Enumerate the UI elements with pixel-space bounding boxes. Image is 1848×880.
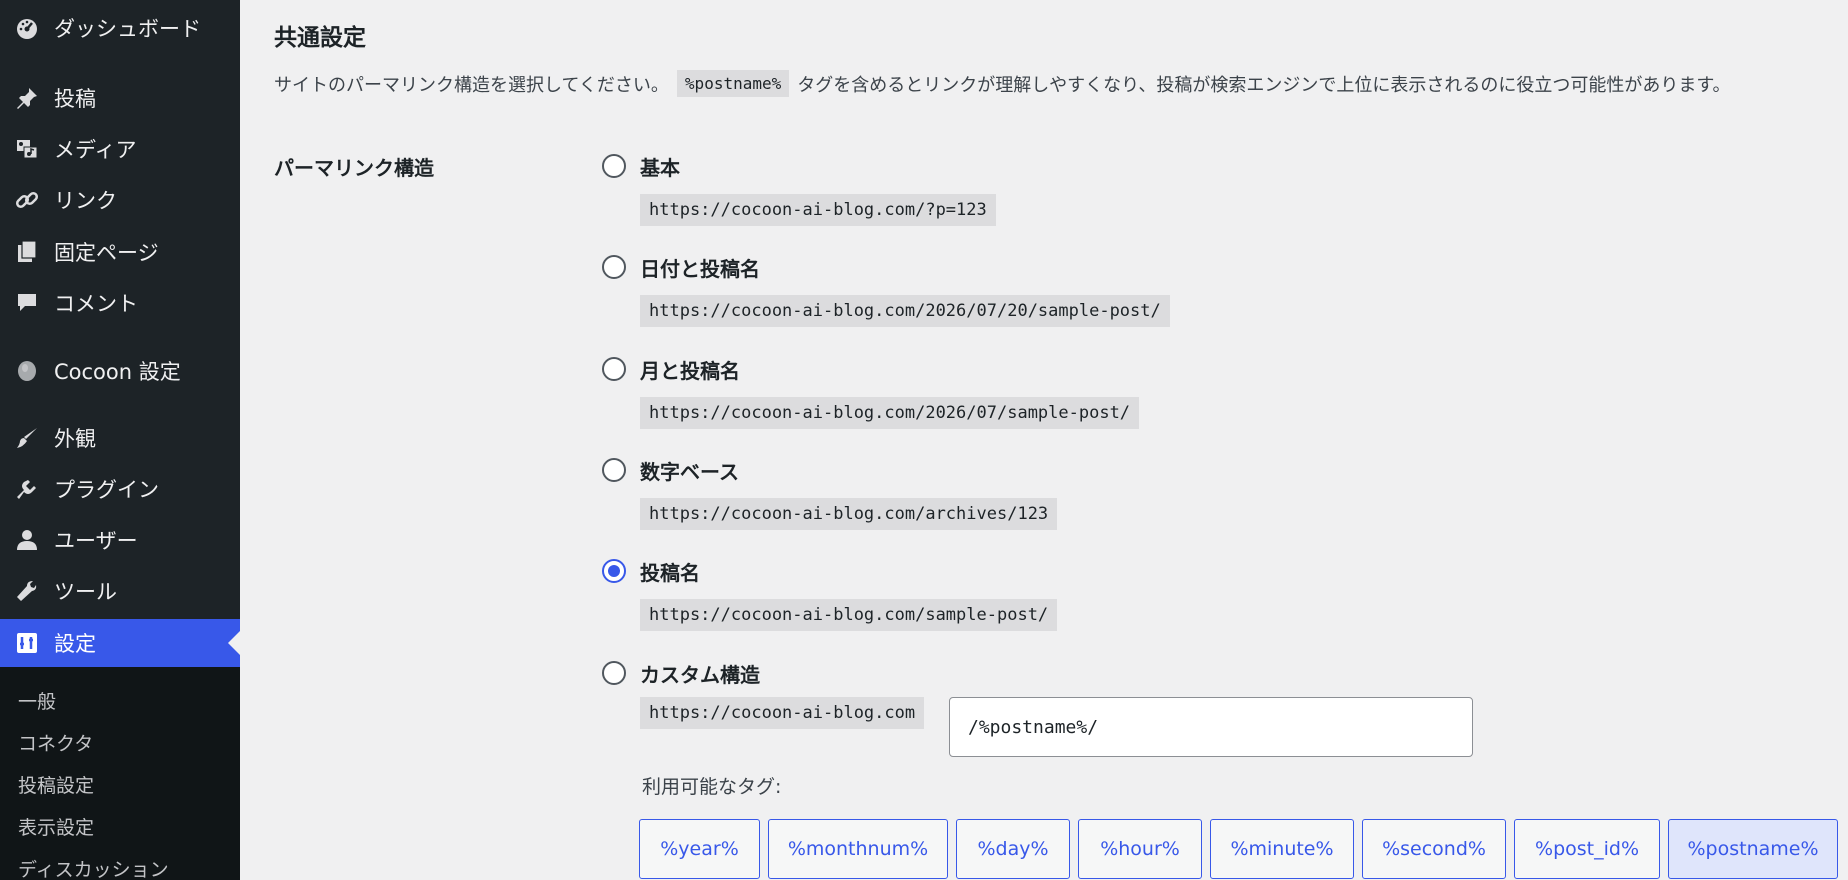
menu-label: ダッシュボード: [54, 17, 201, 41]
admin-sidebar: ダッシュボード 投稿 メディア リンク 固定ページ コメント Cocoon 設定…: [0, 0, 240, 880]
option-label[interactable]: カスタム構造: [640, 659, 760, 688]
brush-icon: [14, 425, 40, 451]
menu-label: 外観: [54, 427, 96, 451]
tag-button-minute[interactable]: %minute%: [1210, 819, 1354, 879]
option-label[interactable]: 基本: [640, 152, 680, 181]
cocoon-icon: [14, 358, 40, 384]
active-indicator: [228, 631, 240, 655]
radio-day-name[interactable]: [602, 255, 626, 279]
pages-icon: [14, 239, 40, 265]
submenu-writing[interactable]: 投稿設定: [18, 771, 94, 798]
custom-base-url: https://cocoon-ai-blog.com: [640, 697, 925, 729]
menu-plugins[interactable]: プラグイン: [0, 465, 240, 513]
available-tags-label: 利用可能なタグ:: [642, 776, 782, 798]
menu-media[interactable]: メディア: [0, 125, 240, 173]
description: サイトのパーマリンク構造を選択してください。 %postname% タグを含める…: [274, 70, 1731, 97]
option-url: https://cocoon-ai-blog.com/archives/123: [640, 498, 1058, 530]
option-label[interactable]: 数字ベース: [640, 456, 739, 485]
tag-button-post-id[interactable]: %post_id%: [1514, 819, 1660, 879]
option-url: https://cocoon-ai-blog.com/2026/07/20/sa…: [640, 295, 1170, 327]
option-url: https://cocoon-ai-blog.com/?p=123: [640, 194, 996, 226]
tag-button-year[interactable]: %year%: [639, 819, 760, 879]
menu-label: 設定: [54, 632, 96, 656]
menu-label: ユーザー: [54, 529, 138, 553]
main-content: 共通設定 サイトのパーマリンク構造を選択してください。 %postname% タ…: [240, 0, 1848, 880]
menu-label: Cocoon 設定: [54, 360, 181, 384]
radio-month-name[interactable]: [602, 357, 626, 381]
custom-structure-input[interactable]: [949, 697, 1473, 757]
tag-button-postname[interactable]: %postname%: [1668, 819, 1838, 879]
submenu-discussion[interactable]: ディスカッション: [18, 855, 169, 880]
pin-icon: [14, 85, 40, 111]
radio-numeric[interactable]: [602, 458, 626, 482]
radio-post-name[interactable]: [602, 559, 626, 583]
available-tags: %year% %monthnum% %day% %hour% %minute% …: [639, 819, 1838, 879]
submenu-reading[interactable]: 表示設定: [18, 813, 94, 840]
user-icon: [14, 527, 40, 553]
option-label[interactable]: 月と投稿名: [640, 355, 740, 384]
menu-label: リンク: [54, 189, 117, 213]
tag-button-hour[interactable]: %hour%: [1078, 819, 1202, 879]
menu-comments[interactable]: コメント: [0, 279, 240, 327]
radio-plain[interactable]: [602, 154, 626, 178]
menu-label: ツール: [54, 580, 117, 604]
menu-appearance[interactable]: 外観: [0, 414, 240, 462]
menu-label: メディア: [54, 138, 137, 162]
plugin-icon: [14, 476, 40, 502]
url-example: https://cocoon-ai-blog.com/?p=123: [640, 194, 996, 226]
menu-links[interactable]: リンク: [0, 176, 240, 224]
submenu-connectors[interactable]: コネクタ: [18, 729, 93, 756]
settings-icon: [14, 630, 40, 656]
tag-button-second[interactable]: %second%: [1362, 819, 1506, 879]
tag-button-day[interactable]: %day%: [956, 819, 1070, 879]
settings-submenu: 一般 コネクタ 投稿設定 表示設定 ディスカッション: [0, 667, 240, 880]
dashboard-icon: [14, 15, 40, 41]
description-code: %postname%: [676, 70, 790, 97]
url-example: https://cocoon-ai-blog.com/2026/07/sampl…: [640, 397, 1140, 429]
menu-settings[interactable]: 設定: [0, 619, 240, 667]
menu-cocoon-settings[interactable]: Cocoon 設定: [0, 347, 240, 395]
description-text: サイトのパーマリンク構造を選択してください。: [274, 74, 669, 96]
url-example: https://cocoon-ai-blog.com/2026/07/20/sa…: [640, 295, 1170, 327]
url-example: https://cocoon-ai-blog.com/archives/123: [640, 498, 1058, 530]
menu-posts[interactable]: 投稿: [0, 74, 240, 122]
permalink-structure-label: パーマリンク構造: [274, 156, 434, 180]
link-icon: [14, 187, 40, 213]
option-label[interactable]: 投稿名: [640, 557, 700, 586]
menu-label: プラグイン: [54, 478, 159, 502]
submenu-general[interactable]: 一般: [18, 687, 56, 714]
menu-pages[interactable]: 固定ページ: [0, 228, 240, 276]
menu-label: 投稿: [54, 87, 96, 111]
url-example: https://cocoon-ai-blog.com/sample-post/: [640, 599, 1058, 631]
tag-button-monthnum[interactable]: %monthnum%: [768, 819, 948, 879]
radio-custom[interactable]: [602, 661, 626, 685]
option-url: https://cocoon-ai-blog.com/2026/07/sampl…: [640, 397, 1140, 429]
option-url: https://cocoon-ai-blog.com/sample-post/: [640, 599, 1058, 631]
option-label[interactable]: 日付と投稿名: [640, 253, 760, 282]
base-url: https://cocoon-ai-blog.com: [640, 697, 925, 729]
menu-label: コメント: [54, 292, 138, 316]
menu-users[interactable]: ユーザー: [0, 516, 240, 564]
comment-icon: [14, 290, 40, 316]
description-text-after: タグを含めるとリンクが理解しやすくなり、投稿が検索エンジンで上位に表示されるのに…: [797, 74, 1731, 96]
menu-dashboard[interactable]: ダッシュボード: [0, 4, 240, 52]
wrench-icon: [14, 578, 40, 604]
menu-label: 固定ページ: [54, 241, 159, 265]
menu-tools[interactable]: ツール: [0, 567, 240, 615]
section-title: 共通設定: [274, 25, 366, 51]
media-icon: [14, 136, 40, 162]
